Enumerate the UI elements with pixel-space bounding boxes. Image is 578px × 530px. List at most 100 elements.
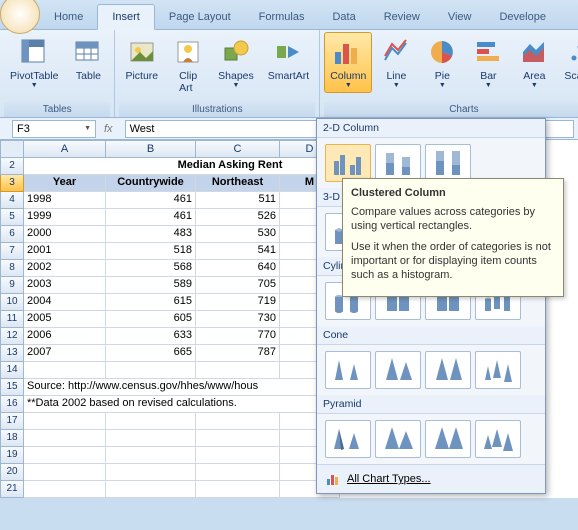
- cell[interactable]: 2005: [24, 311, 106, 328]
- cell[interactable]: [106, 413, 196, 430]
- chart-100stacked-column[interactable]: [425, 144, 471, 182]
- row-header[interactable]: 6: [0, 226, 24, 243]
- chart-cone-1[interactable]: [325, 351, 371, 389]
- cell[interactable]: 615: [106, 294, 196, 311]
- pie-chart-button[interactable]: Pie▼: [420, 32, 464, 93]
- row-header[interactable]: 12: [0, 328, 24, 345]
- picture-button[interactable]: Picture: [119, 32, 164, 86]
- cell[interactable]: [106, 447, 196, 464]
- cell[interactable]: Northeast: [196, 175, 280, 192]
- cell[interactable]: 483: [106, 226, 196, 243]
- row-header[interactable]: 11: [0, 311, 24, 328]
- cell[interactable]: 770: [196, 328, 280, 345]
- cell[interactable]: Source: http://www.census.gov/hhes/www/h…: [24, 379, 340, 396]
- cell[interactable]: 730: [196, 311, 280, 328]
- cell[interactable]: 530: [196, 226, 280, 243]
- row-header[interactable]: 20: [0, 464, 24, 481]
- row-header[interactable]: 15: [0, 379, 24, 396]
- cell[interactable]: 787: [196, 345, 280, 362]
- tab-develope[interactable]: Develope: [485, 5, 559, 29]
- cell[interactable]: [24, 447, 106, 464]
- cell[interactable]: 518: [106, 243, 196, 260]
- bar-chart-button[interactable]: Bar▼: [466, 32, 510, 93]
- row-header[interactable]: 19: [0, 447, 24, 464]
- select-all-corner[interactable]: [0, 140, 24, 158]
- cell[interactable]: 605: [106, 311, 196, 328]
- cell[interactable]: 461: [106, 209, 196, 226]
- scatter-chart-button[interactable]: Scatter▼: [558, 32, 578, 93]
- cell[interactable]: [106, 430, 196, 447]
- cell[interactable]: 719: [196, 294, 280, 311]
- row-header[interactable]: 4: [0, 192, 24, 209]
- cell[interactable]: [24, 413, 106, 430]
- cell[interactable]: **Data 2002 based on revised calculation…: [24, 396, 340, 413]
- cell[interactable]: [24, 430, 106, 447]
- cell[interactable]: [24, 362, 106, 379]
- cell[interactable]: 2007: [24, 345, 106, 362]
- cell[interactable]: 511: [196, 192, 280, 209]
- cell[interactable]: [196, 430, 280, 447]
- row-header[interactable]: 3: [0, 175, 24, 192]
- chart-pyr-4[interactable]: [475, 420, 521, 458]
- chart-clustered-column[interactable]: [325, 144, 371, 182]
- chart-cone-4[interactable]: [475, 351, 521, 389]
- cell[interactable]: 633: [106, 328, 196, 345]
- cell[interactable]: Median Asking Rent: [24, 158, 340, 175]
- tab-home[interactable]: Home: [40, 5, 97, 29]
- chart-pyr-2[interactable]: [375, 420, 421, 458]
- row-header[interactable]: 2: [0, 158, 24, 175]
- cell[interactable]: 640: [196, 260, 280, 277]
- row-header[interactable]: 17: [0, 413, 24, 430]
- row-header[interactable]: 7: [0, 243, 24, 260]
- cell[interactable]: Year: [24, 175, 106, 192]
- cell[interactable]: [106, 481, 196, 498]
- cell[interactable]: 2006: [24, 328, 106, 345]
- cell[interactable]: 2003: [24, 277, 106, 294]
- cell[interactable]: 665: [106, 345, 196, 362]
- cell[interactable]: 526: [196, 209, 280, 226]
- chart-pyr-3[interactable]: [425, 420, 471, 458]
- cell[interactable]: 2001: [24, 243, 106, 260]
- row-header[interactable]: 8: [0, 260, 24, 277]
- cell[interactable]: [24, 464, 106, 481]
- cell[interactable]: 541: [196, 243, 280, 260]
- chart-stacked-column[interactable]: [375, 144, 421, 182]
- cell[interactable]: [196, 413, 280, 430]
- chart-cone-3[interactable]: [425, 351, 471, 389]
- row-header[interactable]: 21: [0, 481, 24, 498]
- row-header[interactable]: 10: [0, 294, 24, 311]
- tab-insert[interactable]: Insert: [97, 4, 155, 30]
- cell[interactable]: 1999: [24, 209, 106, 226]
- area-chart-button[interactable]: Area▼: [512, 32, 556, 93]
- fx-icon[interactable]: fx: [104, 123, 113, 135]
- tab-review[interactable]: Review: [370, 5, 434, 29]
- cell[interactable]: 1998: [24, 192, 106, 209]
- tab-data[interactable]: Data: [318, 5, 369, 29]
- row-header[interactable]: 14: [0, 362, 24, 379]
- chart-cone-2[interactable]: [375, 351, 421, 389]
- cell[interactable]: [196, 362, 280, 379]
- all-chart-types[interactable]: All Chart Types...: [317, 464, 545, 493]
- row-header[interactable]: 16: [0, 396, 24, 413]
- cell[interactable]: 2002: [24, 260, 106, 277]
- cell[interactable]: [106, 362, 196, 379]
- tab-view[interactable]: View: [434, 5, 486, 29]
- pivottable-button[interactable]: PivotTable▼: [4, 32, 64, 93]
- cell[interactable]: [196, 481, 280, 498]
- cell[interactable]: 589: [106, 277, 196, 294]
- row-header[interactable]: 13: [0, 345, 24, 362]
- row-header[interactable]: 5: [0, 209, 24, 226]
- line-chart-button[interactable]: Line▼: [374, 32, 418, 93]
- shapes-button[interactable]: Shapes▼: [212, 32, 260, 93]
- cell[interactable]: 568: [106, 260, 196, 277]
- column-chart-button[interactable]: Column▼: [324, 32, 372, 93]
- table-button[interactable]: Table: [66, 32, 110, 86]
- cell[interactable]: [196, 447, 280, 464]
- cell[interactable]: 705: [196, 277, 280, 294]
- cell[interactable]: [196, 464, 280, 481]
- tab-pagelayout[interactable]: Page Layout: [155, 5, 245, 29]
- row-header[interactable]: 18: [0, 430, 24, 447]
- name-box[interactable]: F3▼: [12, 120, 96, 138]
- chart-pyr-1[interactable]: [325, 420, 371, 458]
- smartart-button[interactable]: SmartArt: [262, 32, 315, 86]
